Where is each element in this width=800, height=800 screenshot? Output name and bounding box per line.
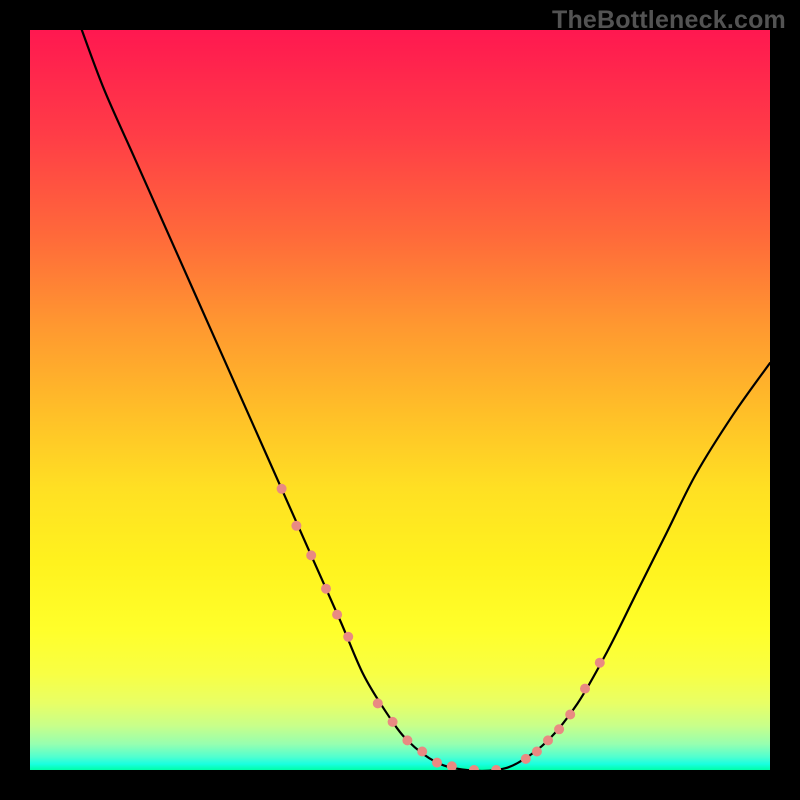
marker-group bbox=[277, 484, 605, 770]
marker-point bbox=[543, 735, 553, 745]
marker-point bbox=[554, 724, 564, 734]
marker-point bbox=[402, 735, 412, 745]
watermark-text: TheBottleneck.com bbox=[552, 6, 786, 35]
marker-point bbox=[432, 758, 442, 768]
marker-point bbox=[306, 550, 316, 560]
marker-point bbox=[491, 765, 501, 770]
marker-point bbox=[565, 710, 575, 720]
marker-point bbox=[447, 761, 457, 770]
marker-point bbox=[580, 684, 590, 694]
marker-point bbox=[417, 747, 427, 757]
bottleneck-curve bbox=[82, 30, 770, 770]
plot-area bbox=[30, 30, 770, 770]
marker-point bbox=[277, 484, 287, 494]
marker-point bbox=[343, 632, 353, 642]
marker-point bbox=[532, 747, 542, 757]
marker-point bbox=[595, 658, 605, 668]
marker-point bbox=[321, 584, 331, 594]
chart-frame: TheBottleneck.com bbox=[0, 0, 800, 800]
marker-point bbox=[373, 698, 383, 708]
marker-point bbox=[388, 717, 398, 727]
marker-point bbox=[521, 754, 531, 764]
marker-point bbox=[291, 521, 301, 531]
marker-point bbox=[332, 610, 342, 620]
curve-svg bbox=[30, 30, 770, 770]
marker-point bbox=[469, 765, 479, 770]
